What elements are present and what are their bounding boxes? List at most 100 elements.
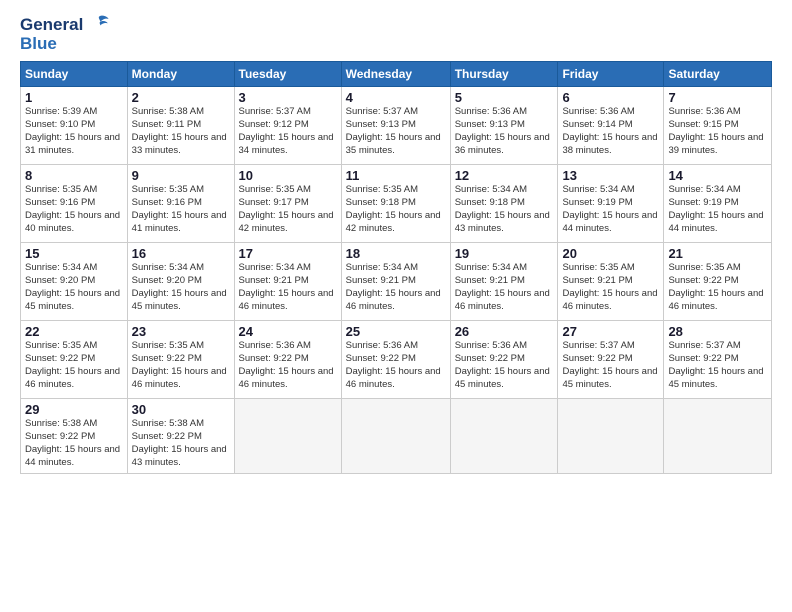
calendar-cell: 28Sunrise: 5:37 AMSunset: 9:22 PMDayligh… xyxy=(664,321,772,399)
calendar-cell: 15Sunrise: 5:34 AMSunset: 9:20 PMDayligh… xyxy=(21,243,128,321)
calendar-cell: 16Sunrise: 5:34 AMSunset: 9:20 PMDayligh… xyxy=(127,243,234,321)
header-day-saturday: Saturday xyxy=(664,62,772,87)
day-info: Sunrise: 5:34 AMSunset: 9:18 PMDaylight:… xyxy=(455,184,554,235)
calendar-cell: 11Sunrise: 5:35 AMSunset: 9:18 PMDayligh… xyxy=(341,165,450,243)
day-number: 5 xyxy=(455,90,554,105)
calendar-cell: 21Sunrise: 5:35 AMSunset: 9:22 PMDayligh… xyxy=(664,243,772,321)
calendar-cell: 17Sunrise: 5:34 AMSunset: 9:21 PMDayligh… xyxy=(234,243,341,321)
header-day-tuesday: Tuesday xyxy=(234,62,341,87)
calendar-week-3: 15Sunrise: 5:34 AMSunset: 9:20 PMDayligh… xyxy=(21,243,772,321)
logo-text-line2: Blue xyxy=(20,35,110,54)
day-info: Sunrise: 5:37 AMSunset: 9:22 PMDaylight:… xyxy=(668,340,767,391)
day-info: Sunrise: 5:36 AMSunset: 9:22 PMDaylight:… xyxy=(346,340,446,391)
day-info: Sunrise: 5:34 AMSunset: 9:20 PMDaylight:… xyxy=(25,262,123,313)
day-number: 28 xyxy=(668,324,767,339)
day-number: 9 xyxy=(132,168,230,183)
calendar-cell: 10Sunrise: 5:35 AMSunset: 9:17 PMDayligh… xyxy=(234,165,341,243)
calendar-header-row: SundayMondayTuesdayWednesdayThursdayFrid… xyxy=(21,62,772,87)
calendar-cell: 2Sunrise: 5:38 AMSunset: 9:11 PMDaylight… xyxy=(127,87,234,165)
calendar-cell: 13Sunrise: 5:34 AMSunset: 9:19 PMDayligh… xyxy=(558,165,664,243)
day-number: 8 xyxy=(25,168,123,183)
calendar-cell: 1Sunrise: 5:39 AMSunset: 9:10 PMDaylight… xyxy=(21,87,128,165)
calendar-week-2: 8Sunrise: 5:35 AMSunset: 9:16 PMDaylight… xyxy=(21,165,772,243)
header-day-monday: Monday xyxy=(127,62,234,87)
day-number: 10 xyxy=(239,168,337,183)
day-info: Sunrise: 5:39 AMSunset: 9:10 PMDaylight:… xyxy=(25,106,123,157)
calendar-cell: 24Sunrise: 5:36 AMSunset: 9:22 PMDayligh… xyxy=(234,321,341,399)
calendar-cell: 5Sunrise: 5:36 AMSunset: 9:13 PMDaylight… xyxy=(450,87,558,165)
calendar-cell: 19Sunrise: 5:34 AMSunset: 9:21 PMDayligh… xyxy=(450,243,558,321)
day-number: 11 xyxy=(346,168,446,183)
calendar-cell: 14Sunrise: 5:34 AMSunset: 9:19 PMDayligh… xyxy=(664,165,772,243)
calendar-week-5: 29Sunrise: 5:38 AMSunset: 9:22 PMDayligh… xyxy=(21,399,772,473)
day-number: 27 xyxy=(562,324,659,339)
day-number: 24 xyxy=(239,324,337,339)
day-number: 1 xyxy=(25,90,123,105)
day-info: Sunrise: 5:35 AMSunset: 9:16 PMDaylight:… xyxy=(132,184,230,235)
calendar-cell: 4Sunrise: 5:37 AMSunset: 9:13 PMDaylight… xyxy=(341,87,450,165)
day-number: 3 xyxy=(239,90,337,105)
day-number: 25 xyxy=(346,324,446,339)
day-number: 23 xyxy=(132,324,230,339)
calendar-cell: 27Sunrise: 5:37 AMSunset: 9:22 PMDayligh… xyxy=(558,321,664,399)
day-info: Sunrise: 5:36 AMSunset: 9:13 PMDaylight:… xyxy=(455,106,554,157)
day-number: 22 xyxy=(25,324,123,339)
calendar-cell: 29Sunrise: 5:38 AMSunset: 9:22 PMDayligh… xyxy=(21,399,128,473)
day-info: Sunrise: 5:34 AMSunset: 9:20 PMDaylight:… xyxy=(132,262,230,313)
day-info: Sunrise: 5:34 AMSunset: 9:21 PMDaylight:… xyxy=(455,262,554,313)
day-info: Sunrise: 5:35 AMSunset: 9:18 PMDaylight:… xyxy=(346,184,446,235)
day-info: Sunrise: 5:38 AMSunset: 9:22 PMDaylight:… xyxy=(25,418,123,469)
day-info: Sunrise: 5:38 AMSunset: 9:22 PMDaylight:… xyxy=(132,418,230,469)
calendar-table: SundayMondayTuesdayWednesdayThursdayFrid… xyxy=(20,61,772,473)
day-number: 17 xyxy=(239,246,337,261)
calendar-cell xyxy=(450,399,558,473)
day-number: 12 xyxy=(455,168,554,183)
calendar-cell: 23Sunrise: 5:35 AMSunset: 9:22 PMDayligh… xyxy=(127,321,234,399)
calendar-cell: 8Sunrise: 5:35 AMSunset: 9:16 PMDaylight… xyxy=(21,165,128,243)
day-number: 29 xyxy=(25,402,123,417)
calendar-cell: 26Sunrise: 5:36 AMSunset: 9:22 PMDayligh… xyxy=(450,321,558,399)
header-day-friday: Friday xyxy=(558,62,664,87)
calendar-cell: 6Sunrise: 5:36 AMSunset: 9:14 PMDaylight… xyxy=(558,87,664,165)
day-info: Sunrise: 5:35 AMSunset: 9:22 PMDaylight:… xyxy=(25,340,123,391)
day-info: Sunrise: 5:36 AMSunset: 9:15 PMDaylight:… xyxy=(668,106,767,157)
calendar-cell: 3Sunrise: 5:37 AMSunset: 9:12 PMDaylight… xyxy=(234,87,341,165)
page: General Blue SundayMondayTuesdayWednesda… xyxy=(0,0,792,612)
calendar-cell xyxy=(664,399,772,473)
day-info: Sunrise: 5:35 AMSunset: 9:16 PMDaylight:… xyxy=(25,184,123,235)
calendar-cell: 18Sunrise: 5:34 AMSunset: 9:21 PMDayligh… xyxy=(341,243,450,321)
day-info: Sunrise: 5:35 AMSunset: 9:21 PMDaylight:… xyxy=(562,262,659,313)
calendar-week-1: 1Sunrise: 5:39 AMSunset: 9:10 PMDaylight… xyxy=(21,87,772,165)
calendar-cell: 22Sunrise: 5:35 AMSunset: 9:22 PMDayligh… xyxy=(21,321,128,399)
day-number: 13 xyxy=(562,168,659,183)
day-number: 7 xyxy=(668,90,767,105)
calendar-cell: 25Sunrise: 5:36 AMSunset: 9:22 PMDayligh… xyxy=(341,321,450,399)
calendar-cell: 7Sunrise: 5:36 AMSunset: 9:15 PMDaylight… xyxy=(664,87,772,165)
day-info: Sunrise: 5:34 AMSunset: 9:21 PMDaylight:… xyxy=(239,262,337,313)
day-number: 14 xyxy=(668,168,767,183)
day-number: 21 xyxy=(668,246,767,261)
day-number: 20 xyxy=(562,246,659,261)
day-info: Sunrise: 5:36 AMSunset: 9:22 PMDaylight:… xyxy=(455,340,554,391)
logo-text-line1: General xyxy=(20,16,110,35)
day-number: 16 xyxy=(132,246,230,261)
calendar-cell xyxy=(234,399,341,473)
day-info: Sunrise: 5:38 AMSunset: 9:11 PMDaylight:… xyxy=(132,106,230,157)
day-info: Sunrise: 5:34 AMSunset: 9:19 PMDaylight:… xyxy=(562,184,659,235)
day-info: Sunrise: 5:35 AMSunset: 9:22 PMDaylight:… xyxy=(668,262,767,313)
day-info: Sunrise: 5:37 AMSunset: 9:13 PMDaylight:… xyxy=(346,106,446,157)
day-info: Sunrise: 5:34 AMSunset: 9:19 PMDaylight:… xyxy=(668,184,767,235)
day-info: Sunrise: 5:37 AMSunset: 9:22 PMDaylight:… xyxy=(562,340,659,391)
day-number: 4 xyxy=(346,90,446,105)
day-number: 2 xyxy=(132,90,230,105)
day-info: Sunrise: 5:34 AMSunset: 9:21 PMDaylight:… xyxy=(346,262,446,313)
calendar-cell: 20Sunrise: 5:35 AMSunset: 9:21 PMDayligh… xyxy=(558,243,664,321)
header: General Blue xyxy=(20,16,772,53)
calendar-cell xyxy=(558,399,664,473)
calendar-cell: 30Sunrise: 5:38 AMSunset: 9:22 PMDayligh… xyxy=(127,399,234,473)
day-number: 18 xyxy=(346,246,446,261)
calendar-cell: 12Sunrise: 5:34 AMSunset: 9:18 PMDayligh… xyxy=(450,165,558,243)
header-day-sunday: Sunday xyxy=(21,62,128,87)
calendar-week-4: 22Sunrise: 5:35 AMSunset: 9:22 PMDayligh… xyxy=(21,321,772,399)
header-day-thursday: Thursday xyxy=(450,62,558,87)
